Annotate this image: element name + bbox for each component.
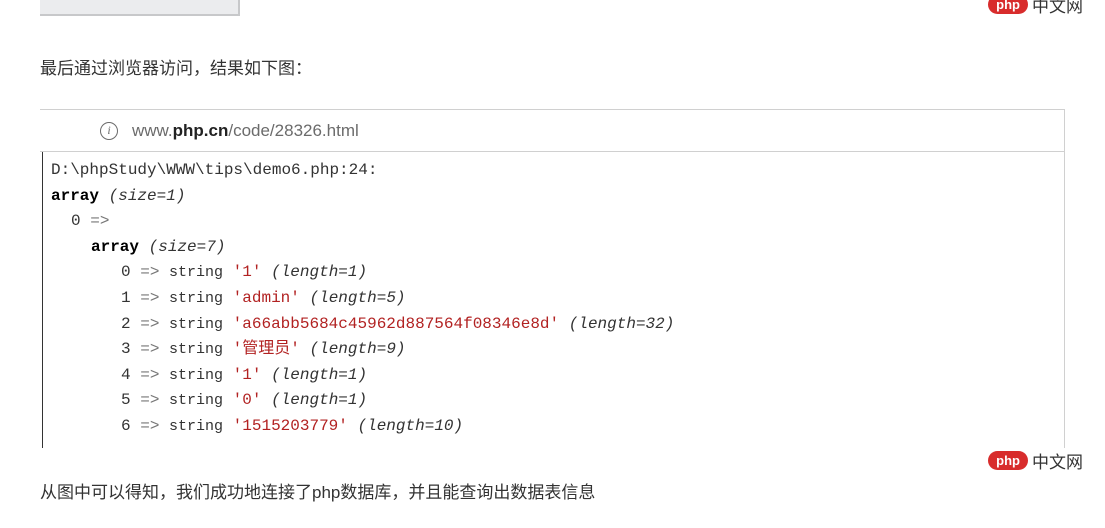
screenshot-figure: i www.php.cn/code/28326.html D:\phpStudy… [40, 109, 1065, 448]
watermark-text: 中文网 [1032, 0, 1083, 17]
php-badge-icon: php [988, 451, 1028, 470]
watermark-top: php 中文网 [988, 0, 1083, 17]
dump-row: 4 => string '1' (length=1) [51, 363, 1064, 389]
dump-row: 5 => string '0' (length=1) [51, 388, 1064, 414]
outer-array: array (size=1) [51, 184, 1064, 210]
intro-paragraph: 最后通过浏览器访问，结果如下图： [40, 54, 1105, 79]
image-placeholder [40, 0, 240, 16]
inner-array: array (size=7) [51, 235, 1064, 261]
browser-url-bar: i www.php.cn/code/28326.html [40, 110, 1064, 152]
php-badge-icon: php [988, 0, 1028, 14]
url-display: www.php.cn/code/28326.html [132, 121, 359, 141]
var-dump-output: D:\phpStudy\WWW\tips\demo6.php:24: array… [42, 152, 1064, 448]
dump-row: 3 => string '管理员' (length=9) [51, 337, 1064, 363]
url-prefix: www. [132, 121, 173, 140]
dump-row: 6 => string '1515203779' (length=10) [51, 414, 1064, 440]
outer-index: 0 => [51, 209, 1064, 235]
url-path: /code/28326.html [228, 121, 358, 140]
info-icon: i [100, 122, 118, 140]
bottom-paragraph: 从图中可以得知，我们成功地连接了php数据库，并且能查询出数据表信息 [40, 478, 1105, 503]
file-path: D:\phpStudy\WWW\tips\demo6.php:24: [51, 158, 1064, 184]
watermark-bottom: php 中文网 [988, 448, 1083, 473]
dump-row: 1 => string 'admin' (length=5) [51, 286, 1064, 312]
dump-row: 2 => string 'a66abb5684c45962d887564f083… [51, 312, 1064, 338]
watermark-text: 中文网 [1032, 448, 1083, 473]
dump-row: 0 => string '1' (length=1) [51, 260, 1064, 286]
url-domain: php.cn [173, 121, 229, 140]
